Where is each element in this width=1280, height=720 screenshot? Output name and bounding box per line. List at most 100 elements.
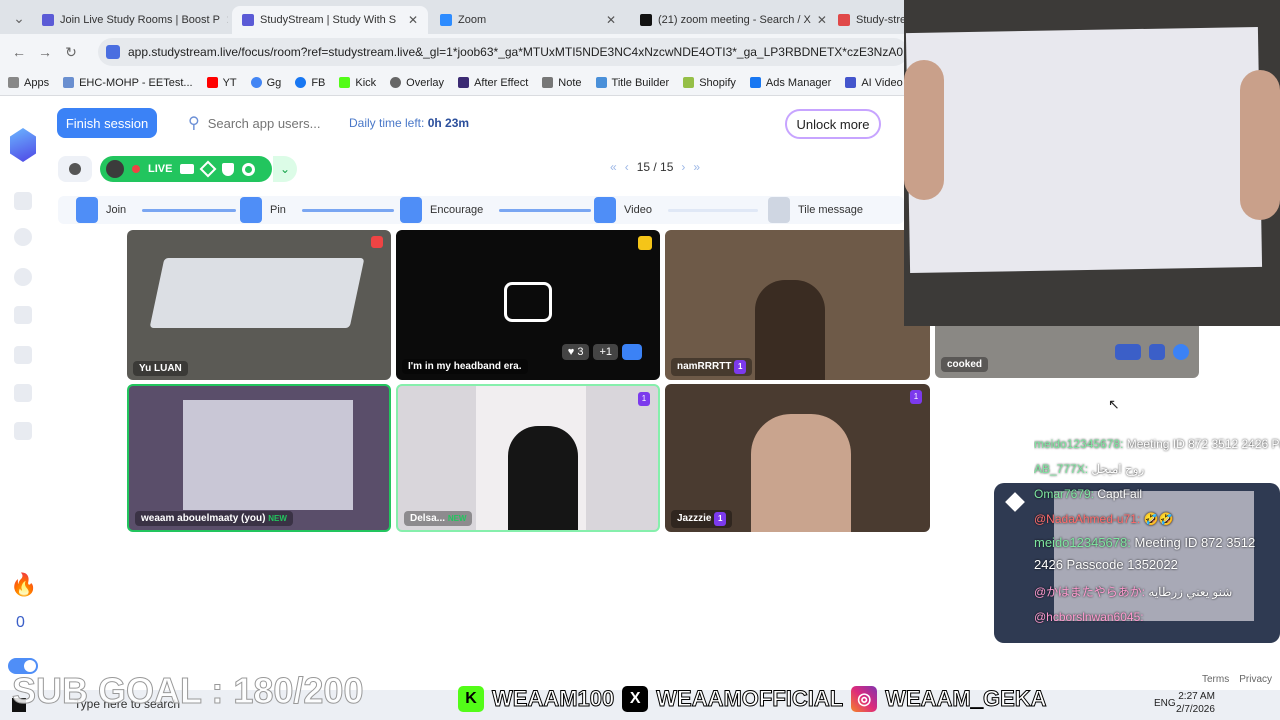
encourage-icon xyxy=(400,197,422,223)
bookmark-ads-manager[interactable]: Ads Manager xyxy=(749,77,831,89)
video-tile[interactable]: namRRRTT 1 xyxy=(665,230,930,380)
avatar[interactable] xyxy=(106,160,124,178)
first-page-icon[interactable]: « xyxy=(610,160,617,174)
tab-title: Study-strea xyxy=(856,14,908,26)
streak-flame-icon[interactable]: 🔥 xyxy=(10,572,37,598)
chevron-down-icon[interactable]: ⌄ xyxy=(273,156,297,182)
reactions: ♥ 3 +1 xyxy=(561,344,642,360)
bookmark-overlay[interactable]: Overlay xyxy=(390,77,444,89)
profile-icon[interactable] xyxy=(14,228,32,246)
pencil-icon xyxy=(768,197,790,223)
level-badge-icon xyxy=(371,236,383,248)
streak-count: 0 xyxy=(16,614,25,631)
camera-icon[interactable] xyxy=(180,164,195,174)
close-tab-icon[interactable]: ✕ xyxy=(408,13,418,27)
plus-one-button[interactable]: +1 xyxy=(593,344,618,360)
tile-name: Delsa... xyxy=(410,513,446,524)
search-input[interactable] xyxy=(207,115,328,131)
settings-icon[interactable] xyxy=(14,422,32,440)
bookmark-shopify[interactable]: Shopify xyxy=(683,77,736,89)
close-tab-icon[interactable]: ✕ xyxy=(226,13,228,27)
system-clock[interactable]: 2:27 AM 2/7/2026 xyxy=(1176,690,1215,716)
action-progress xyxy=(142,208,237,212)
site-info-icon[interactable] xyxy=(106,45,120,59)
video-tile[interactable]: 1 Delsa... NEW xyxy=(396,384,660,532)
stats-icon[interactable] xyxy=(14,346,32,364)
heart-reaction-button[interactable]: ♥ 3 xyxy=(561,344,590,360)
chat-author: Omar7679: xyxy=(1034,487,1095,501)
focus-tools-icon[interactable] xyxy=(199,160,217,178)
shield-icon[interactable] xyxy=(222,162,235,176)
next-page-icon[interactable]: › xyxy=(681,160,685,174)
privacy-link[interactable]: Privacy xyxy=(1239,674,1272,685)
gear-icon[interactable] xyxy=(242,162,256,176)
bookmark-kick[interactable]: Kick xyxy=(339,77,376,89)
chat-author: meido12345678: xyxy=(1034,437,1124,451)
studystream-logo-icon[interactable] xyxy=(10,128,36,162)
user-settings-button[interactable] xyxy=(58,156,92,182)
chat-message: @hcborslnwan6045: xyxy=(1034,605,1280,630)
unlock-more-button[interactable]: Unlock more xyxy=(785,109,881,139)
prev-page-icon[interactable]: ‹ xyxy=(625,160,629,174)
last-page-icon[interactable]: » xyxy=(693,160,700,174)
chat-icon[interactable] xyxy=(14,268,32,286)
bookmark-gg[interactable]: Gg xyxy=(250,77,281,89)
emoji-icon[interactable] xyxy=(622,344,642,360)
like-button[interactable] xyxy=(1115,344,1141,360)
action-label: Tile message xyxy=(798,204,864,216)
tab-zoom[interactable]: Zoom ✕ xyxy=(430,6,626,34)
home-icon[interactable] xyxy=(14,192,32,210)
studystream-favicon-icon xyxy=(242,14,254,26)
video-tile-self[interactable]: weaam abouelmaaty (you) NEW xyxy=(127,384,391,532)
tab-study-stream[interactable]: Study-strea xyxy=(828,6,908,34)
close-tab-icon[interactable]: ✕ xyxy=(817,13,826,27)
tab-studystream[interactable]: StudyStream | Study With S ✕ xyxy=(232,6,428,34)
action-tile-message[interactable]: Tile message xyxy=(768,196,863,224)
store-icon[interactable] xyxy=(14,384,32,402)
chat-author: AB_777X: xyxy=(1034,462,1089,476)
bookmark-after-effect[interactable]: After Effect xyxy=(458,77,528,89)
tab-search-icon[interactable]: ⌄ xyxy=(6,10,32,27)
video-tile[interactable]: I'm in my headband era. ♥ 3 +1 xyxy=(396,230,660,380)
terms-link[interactable]: Terms xyxy=(1202,674,1229,685)
google-icon xyxy=(250,77,262,88)
tab-x-search[interactable]: (21) zoom meeting - Search / X ✕ xyxy=(630,6,826,34)
forward-icon[interactable]: → xyxy=(32,44,58,60)
bookmark-ehc[interactable]: EHC-MOHP - EETest... xyxy=(63,76,193,89)
url-input[interactable]: app.studystream.live/focus/room?ref=stud… xyxy=(98,38,908,66)
video-tile[interactable]: cooked xyxy=(935,326,1199,378)
close-tab-icon[interactable]: ✕ xyxy=(606,13,616,27)
reload-icon[interactable]: ↻ xyxy=(58,44,84,61)
video-tile[interactable]: 1 Jazzzie 1 xyxy=(665,384,930,532)
tab-join-study-rooms[interactable]: Join Live Study Rooms | Boost P ✕ xyxy=(32,6,228,34)
bookmark-note[interactable]: Note xyxy=(542,77,582,89)
emoji-icon[interactable] xyxy=(1173,344,1189,360)
bookmark-ai-video[interactable]: AI Video xyxy=(845,77,903,89)
action-encourage[interactable]: Encourage xyxy=(400,196,592,224)
bookmark-fb[interactable]: FB xyxy=(295,77,325,89)
live-dot-icon xyxy=(132,165,140,173)
action-join[interactable]: Join xyxy=(76,196,237,224)
action-progress xyxy=(499,208,592,212)
keyboard-image xyxy=(149,258,365,328)
action-video[interactable]: Video xyxy=(594,196,758,224)
groups-icon[interactable] xyxy=(14,306,32,324)
bookmark-yt[interactable]: YT xyxy=(206,76,237,89)
action-pin[interactable]: Pin xyxy=(240,196,394,224)
video-tile[interactable]: Yu LUAN xyxy=(127,230,391,380)
bookmark-label: EHC-MOHP - EETest... xyxy=(79,76,193,89)
live-label: LIVE xyxy=(148,163,173,175)
tile-label: Yu LUAN xyxy=(133,361,188,376)
tile-badge[interactable] xyxy=(1149,344,1165,360)
chat-message: @NadaAhmed-u71: 🤣🤣 xyxy=(1034,507,1280,532)
action-label: Encourage xyxy=(430,204,484,216)
url-text: app.studystream.live/focus/room?ref=stud… xyxy=(128,45,908,59)
bookmark-label: YT xyxy=(222,76,237,89)
bookmark-title-builder[interactable]: Title Builder xyxy=(595,77,669,89)
language-indicator[interactable]: ENG xyxy=(1154,698,1176,709)
finish-session-button[interactable]: Finish session xyxy=(57,108,157,138)
back-icon[interactable]: ← xyxy=(6,44,32,60)
chat-text: CaptFail xyxy=(1097,487,1143,501)
bookmark-apps[interactable]: Apps xyxy=(8,77,49,89)
user-search: ⚲ xyxy=(176,108,336,138)
